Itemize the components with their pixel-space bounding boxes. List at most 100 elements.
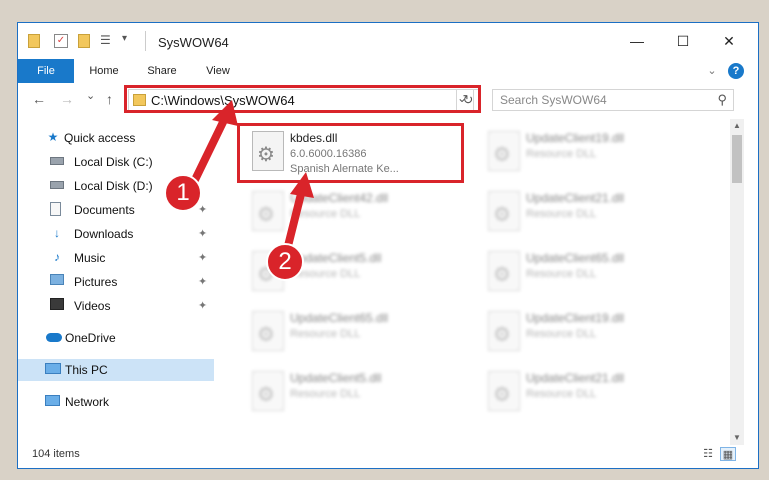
recent-locations-button[interactable]: ⌄ bbox=[86, 89, 95, 102]
navigation-bar: ← → ⌄ ↑ C:\Windows\SysWOW64 ⌄ ↻ Search S… bbox=[18, 83, 758, 117]
pin-icon[interactable]: ✦ bbox=[198, 299, 207, 312]
sidebar-item-label: Videos bbox=[74, 299, 111, 313]
dll-file-icon: ⚙ bbox=[488, 251, 520, 291]
sidebar-item-downloads[interactable]: ↓ Downloads ✦ bbox=[18, 223, 214, 245]
search-box[interactable]: Search SysWOW64 ⚲ bbox=[492, 89, 734, 111]
dropdown-icon[interactable]: ▾ bbox=[122, 33, 127, 44]
drive-icon bbox=[50, 181, 64, 189]
ribbon-expand-icon[interactable]: ⌄ bbox=[702, 59, 722, 83]
status-bar: 104 items ☷ ▦ bbox=[18, 443, 758, 467]
file-name: UpdateClient21.dll bbox=[526, 371, 625, 385]
tiles-view-icon[interactable]: ▦ bbox=[720, 447, 736, 461]
details-view-icon[interactable]: ☷ bbox=[700, 447, 716, 461]
window-title: SysWOW64 bbox=[158, 35, 229, 50]
file-item[interactable]: ⚙ UpdateClient65.dll Resource DLL bbox=[242, 303, 462, 361]
address-path[interactable]: C:\Windows\SysWOW64 bbox=[151, 93, 295, 108]
file-item[interactable]: ⚙ UpdateClient5.dll Resource DLL bbox=[242, 243, 462, 301]
pin-icon[interactable]: ✦ bbox=[198, 227, 207, 240]
up-button[interactable]: ↑ bbox=[106, 91, 113, 107]
back-button[interactable]: ← bbox=[32, 91, 46, 107]
tab-view[interactable]: View bbox=[192, 59, 244, 83]
file-item-kbdes[interactable]: ⚙ kbdes.dll 6.0.6000.16386 Spanish Alern… bbox=[242, 123, 462, 181]
file-type: Resource DLL bbox=[526, 268, 597, 280]
pin-icon[interactable]: ✦ bbox=[198, 251, 207, 264]
title-separator bbox=[145, 31, 146, 51]
close-button[interactable]: ✕ bbox=[706, 23, 752, 59]
pin-icon[interactable]: ✦ bbox=[198, 275, 207, 288]
file-name: UpdateClient19.dll bbox=[526, 131, 625, 145]
refresh-button[interactable]: ↻ bbox=[456, 89, 480, 111]
vertical-scrollbar[interactable]: ▲ ▼ bbox=[730, 119, 744, 445]
documents-icon bbox=[50, 202, 61, 216]
sidebar-item-music[interactable]: ♪ Music ✦ bbox=[18, 247, 214, 269]
sidebar-item-label: Pictures bbox=[74, 275, 118, 289]
scroll-up-icon[interactable]: ▲ bbox=[730, 119, 744, 133]
tab-file[interactable]: File bbox=[18, 59, 74, 83]
videos-icon bbox=[50, 298, 64, 310]
sidebar-item-local-disk-d[interactable]: Local Disk (D:) bbox=[18, 175, 214, 197]
file-item[interactable]: ⚙ UpdateClient65.dll Resource DLL bbox=[478, 243, 698, 301]
file-item[interactable]: ⚙ UpdateClient19.dll Resource DLL bbox=[478, 303, 698, 361]
ribbon-tabs: File Home Share View ⌄ ? bbox=[18, 59, 758, 83]
properties-icon[interactable]: ✓ bbox=[54, 34, 68, 48]
dll-file-icon: ⚙ bbox=[488, 191, 520, 231]
file-item[interactable]: ⚙ UpdateClient19.dll Resource DLL bbox=[478, 123, 698, 181]
network-icon bbox=[45, 395, 60, 406]
forward-button[interactable]: → bbox=[60, 91, 74, 107]
sidebar-item-label: Local Disk (D:) bbox=[74, 179, 153, 193]
sidebar-item-label: This PC bbox=[65, 363, 108, 377]
sidebar-item-videos[interactable]: Videos ✦ bbox=[18, 295, 214, 317]
file-item[interactable]: ⚙ UpdateClient21.dll Resource DLL bbox=[478, 183, 698, 241]
file-name: UpdateClient19.dll bbox=[526, 311, 625, 325]
title-bar: ✓ ☰ ▾ SysWOW64 — ☐ ✕ bbox=[18, 23, 758, 59]
file-type: Resource DLL bbox=[526, 208, 597, 220]
navigation-pane: ★ Quick access Local Disk (C:) Local Dis… bbox=[18, 123, 214, 443]
file-name: UpdateClient65.dll bbox=[290, 311, 389, 325]
sidebar-item-pictures[interactable]: Pictures ✦ bbox=[18, 271, 214, 293]
dll-file-icon: ⚙ bbox=[488, 371, 520, 411]
file-item[interactable]: ⚙ UpdateClient5.dll Resource DLL bbox=[242, 363, 462, 421]
new-folder-icon[interactable] bbox=[78, 34, 90, 48]
dll-file-icon: ⚙ bbox=[252, 371, 284, 411]
minimize-button[interactable]: — bbox=[614, 23, 660, 59]
sidebar-item-network[interactable]: Network bbox=[18, 391, 214, 413]
explorer-window: ✓ ☰ ▾ SysWOW64 — ☐ ✕ File Home Share Vie… bbox=[17, 22, 759, 469]
file-version: 6.0.6000.16386 bbox=[290, 148, 367, 160]
scroll-thumb[interactable] bbox=[732, 135, 742, 183]
file-type: Resource DLL bbox=[290, 388, 361, 400]
sidebar-item-label: Downloads bbox=[74, 227, 134, 241]
sidebar-item-onedrive[interactable]: OneDrive bbox=[18, 327, 214, 349]
maximize-button[interactable]: ☐ bbox=[660, 23, 706, 59]
file-type: Resource DLL bbox=[290, 328, 361, 340]
sidebar-item-documents[interactable]: Documents ✦ bbox=[18, 199, 214, 221]
help-icon[interactable]: ? bbox=[728, 63, 744, 79]
dll-file-icon: ⚙ bbox=[252, 191, 284, 231]
sidebar-item-label: Quick access bbox=[64, 131, 136, 145]
pin-icon[interactable]: ✦ bbox=[198, 203, 207, 216]
search-input[interactable]: Search SysWOW64 bbox=[500, 93, 607, 107]
sidebar-item-label: Documents bbox=[74, 203, 135, 217]
sidebar-item-label: Local Disk (C:) bbox=[74, 155, 153, 169]
file-item[interactable]: ⚙ UpdateClient42.dll Resource DLL bbox=[242, 183, 462, 241]
sidebar-item-quick-access[interactable]: ★ Quick access bbox=[18, 127, 214, 149]
sidebar-item-local-disk-c[interactable]: Local Disk (C:) bbox=[18, 151, 214, 173]
address-bar[interactable]: C:\Windows\SysWOW64 ⌄ bbox=[128, 89, 474, 111]
file-type: Resource DLL bbox=[290, 208, 361, 220]
file-type: Resource DLL bbox=[526, 148, 597, 160]
file-list: ⚙ kbdes.dll 6.0.6000.16386 Spanish Alern… bbox=[224, 119, 736, 435]
music-icon: ♪ bbox=[54, 250, 60, 264]
search-icon[interactable]: ⚲ bbox=[717, 92, 727, 108]
tab-home[interactable]: Home bbox=[78, 59, 130, 83]
file-name: UpdateClient5.dll bbox=[290, 251, 382, 265]
star-icon: ★ bbox=[47, 130, 59, 144]
this-pc-icon bbox=[45, 363, 61, 374]
dll-file-icon: ⚙ bbox=[252, 131, 284, 171]
pictures-icon bbox=[50, 274, 64, 285]
folder-icon bbox=[28, 34, 40, 48]
sidebar-item-this-pc[interactable]: This PC bbox=[18, 359, 214, 381]
file-item[interactable]: ⚙ UpdateClient21.dll Resource DLL bbox=[478, 363, 698, 421]
tab-share[interactable]: Share bbox=[136, 59, 188, 83]
customize-icon[interactable]: ☰ bbox=[100, 33, 111, 47]
sidebar-item-label: OneDrive bbox=[65, 331, 116, 345]
file-description: Spanish Alernate Ke... bbox=[290, 163, 399, 175]
